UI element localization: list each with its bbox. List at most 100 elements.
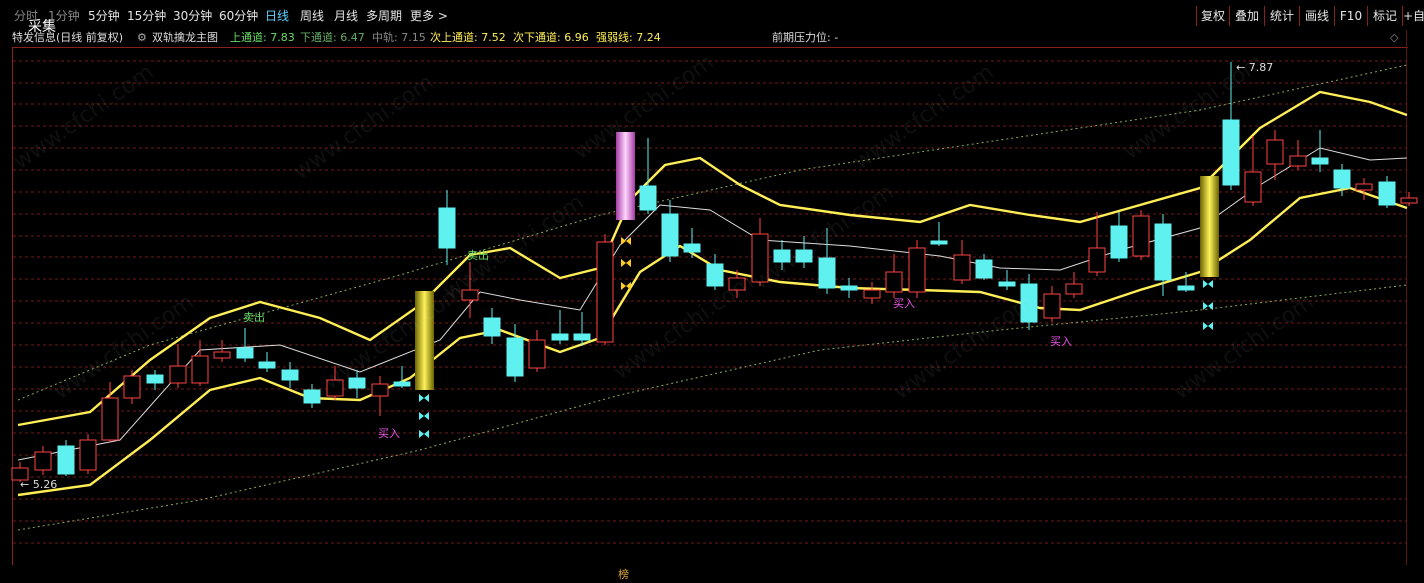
candle-body (169, 365, 187, 384)
candle-body (1110, 225, 1128, 259)
watermark-text: www.cfchi.com (849, 60, 998, 175)
candle-body (840, 285, 858, 291)
candle (706, 254, 724, 290)
candle-body (1333, 169, 1351, 189)
low-price-label: ← 5.26 (20, 478, 57, 491)
candle-body (281, 369, 299, 381)
candle-body (506, 337, 524, 377)
candle-body (639, 185, 657, 211)
candle (393, 366, 411, 388)
candle-body (1244, 171, 1262, 203)
candle (438, 190, 456, 265)
candle-body (908, 247, 926, 293)
candle-body (236, 347, 254, 359)
candle (1289, 140, 1307, 170)
candle-body (303, 389, 321, 404)
candle (975, 254, 993, 280)
watermark-text: www.cfchi.com (439, 190, 588, 305)
watermark-text: www.cfchi.com (1119, 50, 1268, 165)
candle (1088, 212, 1106, 276)
candle-body (1311, 157, 1329, 165)
lower-channel-line (17, 186, 1408, 497)
butterfly-icon (621, 259, 631, 267)
sell-signal-pillar (616, 132, 635, 220)
buy-label: 买入 (378, 427, 400, 440)
candle-body (1355, 183, 1373, 191)
sell-label: 卖出 (243, 310, 265, 324)
candle (840, 278, 858, 298)
candle-body (258, 361, 276, 369)
candle (885, 254, 903, 298)
candle-body (371, 383, 389, 397)
candle-body (661, 213, 679, 257)
candle (953, 240, 971, 284)
candle-body (1154, 223, 1172, 281)
butterfly-icon (1203, 280, 1213, 288)
candle (551, 310, 569, 344)
candle-body (1400, 197, 1418, 204)
candle-body (79, 439, 97, 471)
candle-body (573, 333, 591, 341)
candle (1378, 176, 1396, 208)
candle-body (683, 243, 701, 253)
candle-body (975, 259, 993, 279)
candle-body (101, 397, 119, 441)
candle (258, 352, 276, 372)
buy-label: 买入 (893, 297, 915, 310)
candle (146, 370, 164, 390)
candle-body (1266, 139, 1284, 165)
candle (483, 308, 501, 344)
bottom-tag[interactable]: 榜 (618, 566, 629, 582)
candle (998, 270, 1016, 290)
buy-label: 买入 (1050, 335, 1072, 348)
candle-body (483, 317, 501, 337)
candle (661, 200, 679, 262)
candle-body (393, 381, 411, 387)
candle-body (1289, 155, 1307, 167)
candle (1355, 178, 1373, 200)
candle (371, 376, 389, 416)
candle (169, 344, 187, 388)
candle-body (1065, 283, 1083, 295)
candle-body (863, 289, 881, 299)
candle (1043, 286, 1061, 322)
watermark-text: www.cfchi.com (1169, 290, 1318, 405)
butterfly-icon (419, 430, 429, 438)
candle-body (1043, 293, 1061, 319)
candle (1400, 192, 1418, 206)
candle (908, 240, 926, 298)
candle-body (213, 351, 231, 359)
candle-body (998, 281, 1016, 287)
candle-body (885, 271, 903, 293)
candle (573, 312, 591, 346)
candle-body (57, 445, 75, 475)
watermark-text: www.cfchi.com (9, 60, 158, 175)
candle (1132, 210, 1150, 260)
candle-body (191, 355, 209, 384)
candle-body (706, 263, 724, 287)
candle-body (953, 254, 971, 281)
buy-signal-pillar (1200, 176, 1219, 277)
candle-body (1088, 247, 1106, 273)
candle-body (1177, 285, 1195, 291)
butterfly-icon (621, 237, 631, 245)
candle (79, 434, 97, 474)
candle (236, 328, 254, 362)
candle (303, 384, 321, 408)
butterfly-icon (419, 394, 429, 402)
candle (57, 440, 75, 476)
candlestick-chart: 卖出卖出买入买入买入← 7.87← 5.26www.cfchi.com www.c… (9, 50, 1418, 544)
candle-body (818, 257, 836, 289)
candle (34, 446, 52, 475)
candle (1065, 272, 1083, 298)
candle-body (438, 207, 456, 249)
butterfly-icon (1203, 302, 1213, 310)
candle-body (1378, 181, 1396, 206)
butterfly-icon (419, 412, 429, 420)
candle-body (596, 241, 614, 343)
candle-body (1222, 119, 1240, 186)
candle-body (123, 375, 141, 399)
candle-body (1132, 215, 1150, 257)
candle-body (34, 451, 52, 471)
candle (281, 362, 299, 388)
